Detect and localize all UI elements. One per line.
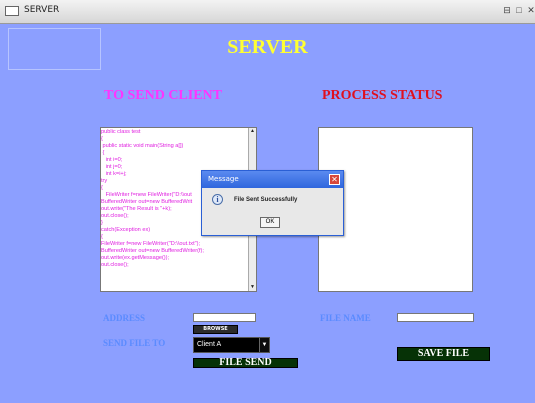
scroll-up-icon[interactable]: ▲ — [249, 128, 256, 135]
dialog-title-bar: Message — [202, 171, 343, 188]
window-title: SERVER — [24, 5, 60, 15]
process-status-heading: PROCESS STATUS — [322, 88, 443, 103]
maximize-icon[interactable]: □ — [514, 5, 524, 15]
file-name-label: FILE NAME — [320, 313, 371, 323]
client-select[interactable]: Client A ▼ — [193, 337, 270, 353]
dialog-message: File Sent Successfully — [234, 197, 298, 203]
address-label: ADDRESS — [103, 313, 146, 323]
close-icon[interactable]: ✕ — [526, 5, 535, 15]
page-title: SERVER — [227, 36, 308, 58]
app-window-icon — [5, 6, 19, 16]
dialog-title: Message — [208, 175, 239, 183]
client-select-value: Client A — [197, 341, 222, 348]
browse-button[interactable]: BROWSE — [193, 325, 238, 334]
info-icon: i — [212, 194, 223, 205]
restore-icon[interactable]: ⊟ — [502, 5, 512, 15]
send-file-to-label: SEND FILE TO — [103, 338, 166, 348]
file-send-button[interactable]: FILE SEND — [193, 358, 298, 368]
ok-button[interactable]: OK — [260, 217, 280, 228]
save-file-button[interactable]: SAVE FILE — [397, 347, 490, 361]
address-input[interactable] — [193, 313, 256, 322]
file-name-input[interactable] — [397, 313, 474, 322]
message-dialog: Message ✕ i File Sent Successfully OK — [201, 170, 344, 236]
window-title-bar: SERVER ⊟ □ ✕ — [0, 0, 535, 24]
chevron-down-icon[interactable]: ▼ — [259, 338, 269, 352]
send-client-heading: TO SEND CLIENT — [104, 88, 223, 103]
scroll-down-icon[interactable]: ▼ — [249, 284, 256, 291]
dialog-close-icon[interactable]: ✕ — [329, 174, 340, 185]
